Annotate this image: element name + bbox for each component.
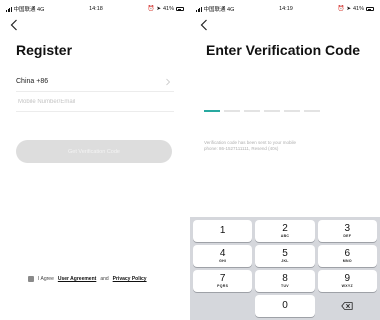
code-slot [284, 110, 300, 112]
chevron-right-icon [166, 78, 171, 85]
location-icon: ➤ [346, 6, 351, 12]
key-number: 5 [282, 248, 288, 259]
code-slot [224, 110, 240, 112]
page-title: Enter Verification Code [206, 42, 361, 58]
battery-icon [366, 7, 374, 11]
agree-checkbox[interactable] [28, 276, 34, 282]
location-icon: ➤ [156, 6, 161, 12]
key-number: 6 [344, 248, 351, 259]
key-letters: WXYZ [341, 284, 353, 288]
agreement-prefix: I Agree [38, 276, 54, 282]
agreement-row: I Agree User Agreement and Privacy Polic… [28, 276, 147, 282]
key-letters: ABC [280, 234, 290, 238]
code-slot [304, 110, 320, 112]
page-title: Register [16, 42, 73, 58]
key-9[interactable]: 9 WXYZ [317, 270, 377, 292]
back-button[interactable] [8, 18, 20, 32]
mobile-email-input[interactable] [16, 97, 170, 106]
key-4[interactable]: 4 GHI [193, 245, 253, 267]
code-slot [264, 110, 280, 112]
key-number: 8 [282, 273, 288, 284]
status-bar: 中国联通 4G 14:19 ⏰ ➤ 41% [196, 4, 374, 14]
key-7[interactable]: 7 PQRS [193, 270, 253, 292]
key-letters: JKL [281, 259, 289, 263]
agreement-and: and [100, 276, 109, 282]
key-1[interactable]: 1 [193, 220, 253, 242]
key-6[interactable]: 6 MNO [317, 245, 377, 267]
country-code-label: China +86 [16, 78, 49, 85]
battery-percent: 41% [352, 6, 364, 12]
hint-line: phone: 86-1527111111, Resend (40s) [204, 146, 279, 151]
code-slot [244, 110, 260, 112]
status-time: 14:19 [279, 6, 293, 12]
delete-key[interactable] [318, 295, 377, 317]
user-agreement-link[interactable]: User Agreement [58, 276, 96, 282]
battery-percent: 41% [162, 6, 174, 12]
carrier-label: 中国联通 4G [13, 7, 45, 13]
key-2[interactable]: 2 ABC [255, 220, 315, 242]
key-8[interactable]: 8 TUV [255, 270, 315, 292]
key-number: 1 [219, 224, 226, 236]
verification-code-input[interactable] [204, 110, 320, 112]
signal-icon [6, 7, 12, 12]
key-number: 4 [219, 248, 226, 259]
code-slot [204, 110, 220, 112]
key-letters: PQRS [217, 284, 229, 288]
contact-row [16, 92, 174, 112]
key-0[interactable]: 0 [255, 295, 315, 317]
key-5[interactable]: 5 JKL [255, 245, 315, 267]
key-letters: GHI [219, 259, 227, 263]
register-screen: 中国联通 4G 14:18 ⏰ ➤ 41% Register China +86… [0, 0, 190, 320]
key-3[interactable]: 3 DEF [317, 220, 377, 242]
key-number: 3 [344, 223, 351, 234]
alarm-icon: ⏰ [337, 6, 345, 12]
chevron-left-icon [200, 19, 207, 31]
key-letters: TUV [281, 284, 289, 288]
privacy-policy-link[interactable]: Privacy Policy [113, 276, 147, 282]
verification-hint: Verification code has been sent to your … [204, 140, 364, 152]
alarm-icon: ⏰ [147, 6, 155, 12]
status-bar: 中国联通 4G 14:18 ⏰ ➤ 41% [6, 4, 184, 14]
signal-icon [196, 7, 202, 12]
keypad-blank [193, 295, 252, 317]
battery-icon [176, 7, 184, 11]
key-letters: DEF [343, 234, 352, 238]
chevron-left-icon [10, 19, 17, 31]
key-letters: MNO [342, 259, 352, 263]
key-number: 2 [282, 223, 288, 234]
status-time: 14:18 [89, 6, 103, 12]
key-number: 7 [219, 273, 226, 284]
back-button[interactable] [198, 18, 210, 32]
verification-screen: 中国联通 4G 14:19 ⏰ ➤ 41% Enter Verification… [190, 0, 380, 320]
key-number: 9 [344, 273, 351, 284]
key-number: 0 [282, 300, 288, 311]
carrier-label: 中国联通 4G [203, 7, 235, 13]
get-verification-code-button[interactable]: Get Verification Code [16, 140, 172, 163]
country-selector[interactable]: China +86 [16, 72, 174, 92]
backspace-icon [341, 302, 353, 310]
numeric-keypad: 1 2 ABC 3 DEF 4 GHI 5 JKL 6 MNO 7 PQRS 8 TUV 9 WXYZ 0 [190, 217, 380, 320]
